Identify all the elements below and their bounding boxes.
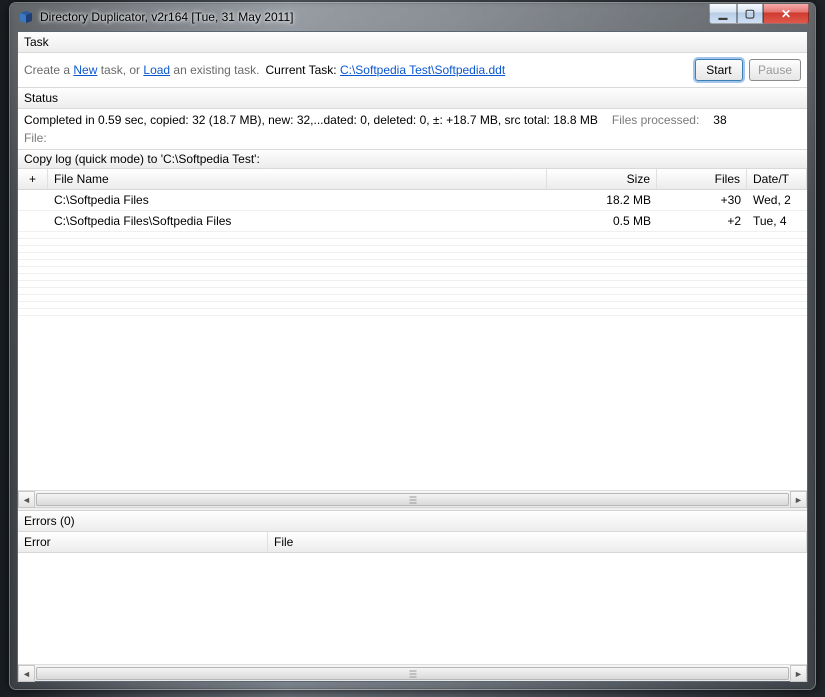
cell-filename: C:\Softpedia Files xyxy=(48,190,547,211)
cell-expand[interactable] xyxy=(18,190,48,211)
close-icon: ✕ xyxy=(781,7,791,21)
log-columns[interactable]: + File Name Size Files Date/T xyxy=(18,169,807,190)
start-button[interactable]: Start xyxy=(695,59,743,81)
col-expand[interactable]: + xyxy=(18,169,48,190)
current-task-path[interactable]: C:\Softpedia Test\Softpedia.ddt xyxy=(340,63,505,77)
table-row xyxy=(18,267,807,274)
task-row: Create a New task, or Load an existing t… xyxy=(18,53,807,87)
table-row xyxy=(18,246,807,253)
table-row xyxy=(18,239,807,246)
status-file-label: File: xyxy=(24,129,801,145)
status-block: Completed in 0.59 sec, copied: 32 (18.7 … xyxy=(18,109,807,149)
col-filename[interactable]: File Name xyxy=(48,169,547,190)
current-task-label: Current Task: xyxy=(265,63,339,77)
table-row[interactable]: C:\Softpedia Files18.2 MB+30Wed, 2 xyxy=(18,190,807,211)
cell-files: +2 xyxy=(657,211,747,232)
cell-size: 0.5 MB xyxy=(547,211,657,232)
close-button[interactable]: ✕ xyxy=(763,4,809,24)
status-summary: Completed in 0.59 sec, copied: 32 (18.7 … xyxy=(24,113,598,127)
col-size[interactable]: Size xyxy=(547,169,657,190)
window-title: Directory Duplicator, v2r164 [Tue, 31 Ma… xyxy=(40,10,293,24)
new-task-link[interactable]: New xyxy=(73,63,97,77)
files-processed-label: Files processed: xyxy=(612,113,699,127)
cell-files: +30 xyxy=(657,190,747,211)
table-row xyxy=(18,260,807,267)
table-row xyxy=(18,253,807,260)
files-processed-value: 38 xyxy=(713,113,726,127)
table-row xyxy=(18,302,807,309)
cell-date: Wed, 2 xyxy=(747,190,807,211)
table-row xyxy=(18,274,807,281)
scroll-left-icon[interactable]: ◄ xyxy=(18,491,35,508)
titlebar[interactable]: Directory Duplicator, v2r164 [Tue, 31 Ma… xyxy=(10,3,815,31)
minimize-icon: ▁ xyxy=(719,7,727,20)
col-error[interactable]: Error xyxy=(18,532,268,553)
scroll-thumb[interactable] xyxy=(36,493,789,506)
cell-filename: C:\Softpedia Files\Softpedia Files xyxy=(48,211,547,232)
col-date[interactable]: Date/T xyxy=(747,169,807,190)
cell-size: 18.2 MB xyxy=(547,190,657,211)
status-header: Status xyxy=(18,87,807,109)
errors-body[interactable] xyxy=(18,553,807,664)
task-mid1: task, or xyxy=(97,63,143,77)
table-row xyxy=(18,309,807,316)
cell-date: Tue, 4 xyxy=(747,211,807,232)
log-grid: + File Name Size Files Date/T C:\Softped… xyxy=(18,169,807,507)
task-mid2: an existing task. xyxy=(170,63,259,77)
table-row xyxy=(18,295,807,302)
table-row xyxy=(18,281,807,288)
window-frame: Directory Duplicator, v2r164 [Tue, 31 Ma… xyxy=(9,2,816,690)
errors-columns[interactable]: Error File xyxy=(18,532,807,553)
maximize-button[interactable]: ▢ xyxy=(737,4,763,24)
table-row xyxy=(18,288,807,295)
log-hscrollbar[interactable]: ◄ ► xyxy=(18,490,807,507)
cell-expand[interactable] xyxy=(18,211,48,232)
app-icon xyxy=(18,9,34,25)
task-create-prefix: Create a xyxy=(24,63,73,77)
scroll-right-icon[interactable]: ► xyxy=(790,665,807,682)
log-title: Copy log (quick mode) to 'C:\Softpedia T… xyxy=(18,149,807,169)
load-task-link[interactable]: Load xyxy=(143,63,170,77)
table-row[interactable]: C:\Softpedia Files\Softpedia Files0.5 MB… xyxy=(18,211,807,232)
col-files[interactable]: Files xyxy=(657,169,747,190)
scroll-right-icon[interactable]: ► xyxy=(790,491,807,508)
minimize-button[interactable]: ▁ xyxy=(709,4,737,24)
maximize-icon: ▢ xyxy=(745,7,755,20)
col-error-file[interactable]: File xyxy=(268,532,807,553)
pause-button[interactable]: Pause xyxy=(749,59,801,81)
scroll-left-icon[interactable]: ◄ xyxy=(18,665,35,682)
log-body[interactable]: C:\Softpedia Files18.2 MB+30Wed, 2C:\Sof… xyxy=(18,190,807,490)
task-header: Task xyxy=(18,32,807,53)
errors-pane: Errors (0) Error File ◄ ► xyxy=(18,511,807,681)
errors-hscrollbar[interactable]: ◄ ► xyxy=(18,664,807,681)
table-row xyxy=(18,232,807,239)
scroll-thumb[interactable] xyxy=(36,667,789,680)
client-area: Task Create a New task, or Load an exist… xyxy=(17,31,808,682)
errors-title: Errors (0) xyxy=(18,511,807,532)
